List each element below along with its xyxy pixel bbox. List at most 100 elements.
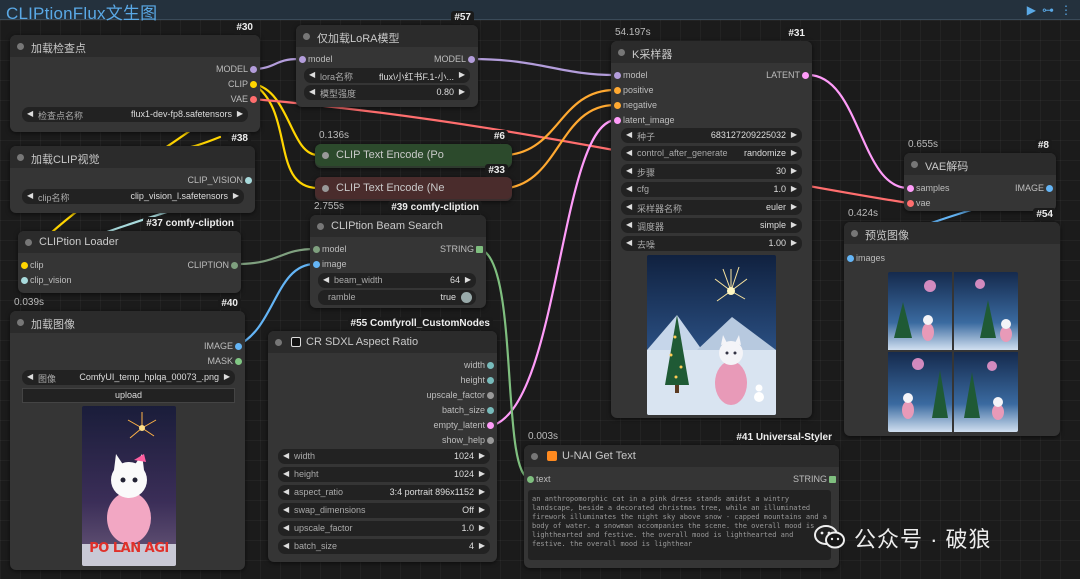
node-load-checkpoint[interactable]: #30 加载检查点 MODEL CLIP VAE ◀ 检查点名称 flux1-dev…: [10, 21, 260, 132]
output-cliption[interactable]: CLIPTION: [187, 260, 238, 271]
cfg-widget[interactable]: ◀ cfg 1.0 ▶: [621, 182, 802, 197]
input-model[interactable]: model: [299, 54, 333, 65]
execution-time: 0.003s: [528, 431, 559, 442]
input-model[interactable]: model: [313, 244, 347, 255]
output-mask[interactable]: MASK: [207, 356, 242, 367]
beam-width-widget[interactable]: ◀ beam_width 64 ▶: [318, 273, 476, 288]
node-clip-text-encode-positive[interactable]: 0.136s #6 CLIP Text Encode (Po: [315, 130, 512, 168]
link-icon[interactable]: ⊶: [1042, 4, 1054, 16]
node-lora-loader[interactable]: #57 仅加载LoRA模型 model MODEL ◀ lora名称 flux\小红…: [296, 11, 478, 107]
collapse-dot[interactable]: [303, 33, 310, 40]
control-after-generate-widget[interactable]: ◀ control_after_generate randomize ▶: [621, 146, 802, 161]
input-positive[interactable]: positive: [614, 85, 654, 96]
swap-dimensions-widget[interactable]: ◀ swap_dimensions Off ▶: [278, 503, 490, 518]
execution-time: 0.136s: [319, 130, 350, 141]
collapse-dot[interactable]: [531, 453, 538, 460]
input-images[interactable]: images: [847, 253, 885, 264]
collapse-dot[interactable]: [618, 49, 625, 56]
preview-image-grid[interactable]: [888, 272, 1018, 432]
upscale-factor-widget[interactable]: ◀ upscale_factor 1.0 ▶: [278, 521, 490, 536]
sampler-name-widget[interactable]: ◀ 采样器名称 euler ▶: [621, 200, 802, 215]
output-latent[interactable]: LATENT: [766, 70, 809, 81]
output-clip-vision[interactable]: CLIP_VISION: [187, 175, 252, 186]
collapse-dot[interactable]: [322, 152, 329, 159]
output-batch-size[interactable]: batch_size: [442, 405, 494, 416]
collapse-dot[interactable]: [17, 43, 24, 50]
steps-widget[interactable]: ◀ 步骤 30 ▶: [621, 164, 802, 179]
output-string[interactable]: STRING: [793, 474, 836, 485]
aspect-ratio-widget[interactable]: ◀ aspect_ratio 3:4 portrait 896x1152 ▶: [278, 485, 490, 500]
ckpt-name-widget[interactable]: ◀ 检查点名称 flux1-dev-fp8.safetensors ▶: [22, 107, 248, 122]
collapse-dot[interactable]: [25, 239, 32, 246]
node-id-badge: #6: [490, 130, 508, 143]
collapse-dot[interactable]: [911, 161, 918, 168]
node-sdxl-aspect-ratio[interactable]: #55 Comfyroll_CustomNodes CR SDXL Aspect…: [268, 317, 497, 562]
output-string[interactable]: STRING: [440, 244, 483, 255]
width-widget[interactable]: ◀ width 1024 ▶: [278, 449, 490, 464]
input-clip-vision[interactable]: clip_vision: [21, 275, 72, 286]
collapse-dot[interactable]: [317, 223, 324, 230]
node-load-image[interactable]: 0.039s #40 加载图像 IMAGE MASK ◀ 图像 ComfyUI_te…: [10, 297, 245, 570]
input-negative[interactable]: negative: [614, 100, 657, 111]
node-load-clip-vision[interactable]: #38 加载CLIP视觉 CLIP_VISION ◀ clip名称 clip_vis…: [10, 132, 255, 213]
output-empty-latent[interactable]: empty_latent: [433, 420, 494, 431]
ramble-toggle[interactable]: ramble true: [318, 290, 476, 305]
node-vae-decode[interactable]: 0.655s #8 VAE解码 samples vae IMAGE: [904, 139, 1056, 211]
output-image[interactable]: IMAGE: [204, 341, 242, 352]
input-model[interactable]: model: [614, 70, 648, 81]
input-latent-image[interactable]: latent_image: [614, 115, 675, 126]
output-image[interactable]: IMAGE: [1015, 183, 1053, 194]
output-model[interactable]: MODEL: [434, 54, 475, 65]
node-title: CLIP Text Encode (Po: [336, 149, 444, 161]
node-type-icon: [547, 451, 557, 461]
settings-icon[interactable]: ⋮: [1060, 4, 1072, 16]
node-get-text[interactable]: 0.003s #41 Universal-Styler U-NAI Get Te…: [524, 431, 839, 568]
ksampler-preview-image: [647, 255, 776, 415]
lora-name-widget[interactable]: ◀ lora名称 flux\小红书F.1-小... ▶: [304, 68, 470, 83]
input-text[interactable]: text: [527, 474, 551, 485]
node-title: K采样器: [632, 49, 673, 61]
clip-name-widget[interactable]: ◀ clip名称 clip_vision_l.safetensors ▶: [22, 189, 244, 204]
seed-widget[interactable]: ◀ 种子 683127209225032 ▶: [621, 128, 802, 143]
input-image[interactable]: image: [313, 259, 347, 270]
input-vae[interactable]: vae: [907, 198, 931, 209]
node-preview-image[interactable]: 0.424s #54 预览图像 images: [844, 208, 1060, 436]
play-icon[interactable]: ▶: [1027, 4, 1036, 16]
lora-strength-widget[interactable]: ◀ 模型强度 0.80 ▶: [304, 85, 470, 100]
output-model[interactable]: MODEL: [216, 64, 257, 75]
execution-time: 2.755s: [314, 201, 345, 212]
output-upscale-factor[interactable]: upscale_factor: [426, 390, 494, 401]
height-widget[interactable]: ◀ height 1024 ▶: [278, 467, 490, 482]
node-clip-text-encode-negative[interactable]: #33 CLIP Text Encode (Ne: [315, 164, 512, 201]
collapse-dot[interactable]: [851, 230, 858, 237]
workflow-title: CLIPtionFlux文生图: [6, 4, 158, 23]
node-cliption-beam-search[interactable]: 2.755s #39 comfy-cliption CLIPtion Beam …: [310, 201, 486, 308]
node-id-badge: #37 comfy-cliption: [143, 217, 237, 230]
node-canvas[interactable]: CLIPtionFlux文生图 ▶ ⊶ ⋮ #30 加载检查点 MODEL CL…: [0, 0, 1080, 579]
node-cliption-loader[interactable]: #37 comfy-cliption CLIPtion Loader clip …: [18, 217, 241, 293]
collapse-dot[interactable]: [17, 319, 24, 326]
denoise-widget[interactable]: ◀ 去噪 1.00 ▶: [621, 236, 802, 251]
collapse-dot[interactable]: [322, 185, 329, 192]
output-show-help[interactable]: show_help: [442, 435, 494, 446]
generated-caption-text: an anthropomorphic cat in a pink dress s…: [532, 495, 828, 548]
wire-ksampler-to-vaedecode: [806, 73, 910, 190]
output-vae[interactable]: VAE: [231, 94, 257, 105]
input-samples[interactable]: samples: [907, 183, 950, 194]
output-width[interactable]: width: [464, 360, 494, 371]
collapse-dot[interactable]: [275, 339, 282, 346]
batch-size-widget[interactable]: ◀ batch_size 4 ▶: [278, 539, 490, 554]
input-clip[interactable]: clip: [21, 260, 44, 271]
image-select-widget[interactable]: ◀ 图像 ComfyUI_temp_hplqa_00073_.png ▶: [22, 370, 235, 385]
output-height[interactable]: height: [460, 375, 494, 386]
scheduler-widget[interactable]: ◀ 调度器 simple ▶: [621, 218, 802, 233]
collapse-dot[interactable]: [17, 154, 24, 161]
node-title: 加载检查点: [31, 43, 86, 55]
top-bar: CLIPtionFlux文生图 ▶ ⊶ ⋮: [0, 0, 1080, 23]
node-title: CLIPtion Beam Search: [331, 220, 443, 232]
poster-text: PO LAN AGI: [89, 541, 169, 556]
node-ksampler[interactable]: 54.197s #31 K采样器 model positive negative…: [611, 27, 812, 418]
node-id-badge: #31: [785, 27, 808, 40]
output-clip[interactable]: CLIP: [228, 79, 257, 90]
upload-button[interactable]: upload: [22, 388, 235, 403]
